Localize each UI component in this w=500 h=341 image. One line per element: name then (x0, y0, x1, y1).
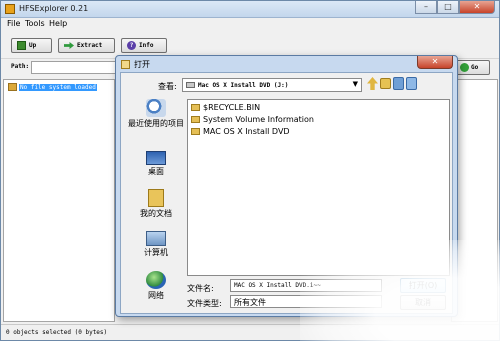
list-item[interactable]: $RECYCLE.BIN (191, 103, 260, 112)
list-view-icon[interactable] (393, 77, 404, 90)
folder-icon (191, 128, 200, 135)
filename-label: 文件名: (187, 284, 214, 293)
window-controls: – □ ✕ (415, 1, 495, 14)
tree-root-node[interactable]: No file system loaded (8, 83, 97, 91)
go-button[interactable]: Go (456, 60, 490, 75)
open-button[interactable]: 打开(O) (400, 278, 446, 293)
place-documents[interactable]: 我的文档 (125, 189, 187, 219)
close-button[interactable]: ✕ (459, 1, 495, 14)
place-network-label: 网络 (148, 291, 164, 300)
place-desktop-label: 桌面 (148, 167, 164, 176)
look-in-dropdown[interactable]: Mac OS X Install DVD (J:) ▼ (182, 78, 362, 92)
window-title: HFSExplorer 0.21 (19, 4, 89, 13)
desktop-icon (146, 151, 166, 165)
place-recent[interactable]: 最近使用的项目 (125, 99, 187, 129)
title-bar[interactable]: HFSExplorer 0.21 – □ ✕ (1, 1, 499, 18)
new-folder-icon[interactable] (380, 78, 391, 89)
extract-button-label: Extract (77, 42, 103, 49)
filename-input[interactable]: MAC OS X Install DVD.i~~ (230, 279, 382, 292)
folder-icon (191, 104, 200, 111)
documents-icon (148, 189, 164, 207)
extract-arrow-icon (64, 42, 74, 49)
up-icon (17, 41, 26, 50)
filetype-dropdown[interactable]: 所有文件 (230, 295, 382, 308)
path-label: Path: (11, 63, 30, 70)
place-documents-label: 我的文档 (140, 209, 172, 218)
tree-root-label: No file system loaded (19, 83, 97, 91)
list-item[interactable]: System Volume Information (191, 115, 314, 124)
dialog-icon (121, 60, 130, 69)
menu-file[interactable]: File (7, 19, 20, 28)
extract-button[interactable]: Extract (58, 38, 115, 53)
go-button-label: Go (471, 64, 479, 71)
recent-icon (146, 99, 166, 117)
path-input[interactable] (31, 61, 121, 74)
up-button-label: Up (29, 42, 37, 49)
up-button[interactable]: Up (11, 38, 52, 53)
computer-icon (146, 231, 166, 246)
places-bar: 最近使用的项目 桌面 我的文档 计算机 网络 (125, 99, 187, 311)
details-view-icon[interactable] (406, 77, 417, 90)
navigation-tools (367, 77, 417, 90)
file-list[interactable]: $RECYCLE.BIN System Volume Information M… (187, 99, 450, 276)
menu-tools[interactable]: Tools (25, 19, 45, 28)
file-list-pane[interactable] (451, 79, 498, 322)
info-button-label: Info (139, 42, 154, 49)
look-in-value: Mac OS X Install DVD (J:) (198, 81, 289, 89)
app-icon (5, 4, 15, 14)
dialog-close-button[interactable]: ✕ (417, 56, 453, 69)
menu-bar: File Tools Help (1, 18, 499, 30)
place-computer[interactable]: 计算机 (125, 231, 187, 258)
file-name: $RECYCLE.BIN (203, 103, 261, 112)
network-icon (146, 271, 166, 289)
chevron-down-icon: ▼ (352, 80, 358, 88)
menu-help[interactable]: Help (49, 19, 67, 28)
status-bar: 0 objects selected (0 bytes) (1, 324, 499, 340)
list-item[interactable]: MAC OS X Install DVD (191, 127, 290, 136)
maximize-button[interactable]: □ (437, 1, 459, 14)
folder-tree[interactable]: No file system loaded (3, 79, 115, 322)
look-in-label: 查看: (158, 82, 177, 91)
dialog-title: 打开 (134, 60, 150, 69)
cancel-button[interactable]: 取消 (400, 295, 446, 310)
dialog-body: 查看: Mac OS X Install DVD (J:) ▼ 最近使用的项目 … (120, 72, 453, 314)
folder-icon (8, 83, 17, 91)
folder-icon (191, 116, 200, 123)
info-icon: ? (127, 41, 136, 50)
filetype-label: 文件类型: (187, 299, 222, 308)
info-button[interactable]: ? Info (121, 38, 167, 53)
place-recent-label: 最近使用的项目 (128, 119, 184, 128)
up-folder-icon[interactable] (367, 77, 378, 90)
go-icon (460, 63, 469, 72)
file-name: System Volume Information (203, 115, 314, 124)
open-dialog: 打开 ✕ 查看: Mac OS X Install DVD (J:) ▼ 最近使… (115, 55, 458, 317)
place-computer-label: 计算机 (144, 248, 168, 257)
dvd-drive-icon (186, 82, 195, 88)
place-desktop[interactable]: 桌面 (125, 149, 187, 177)
status-text: 0 objects selected (0 bytes) (6, 329, 108, 336)
file-name: MAC OS X Install DVD (203, 127, 290, 136)
place-network[interactable]: 网络 (125, 271, 187, 301)
minimize-button[interactable]: – (415, 1, 437, 14)
